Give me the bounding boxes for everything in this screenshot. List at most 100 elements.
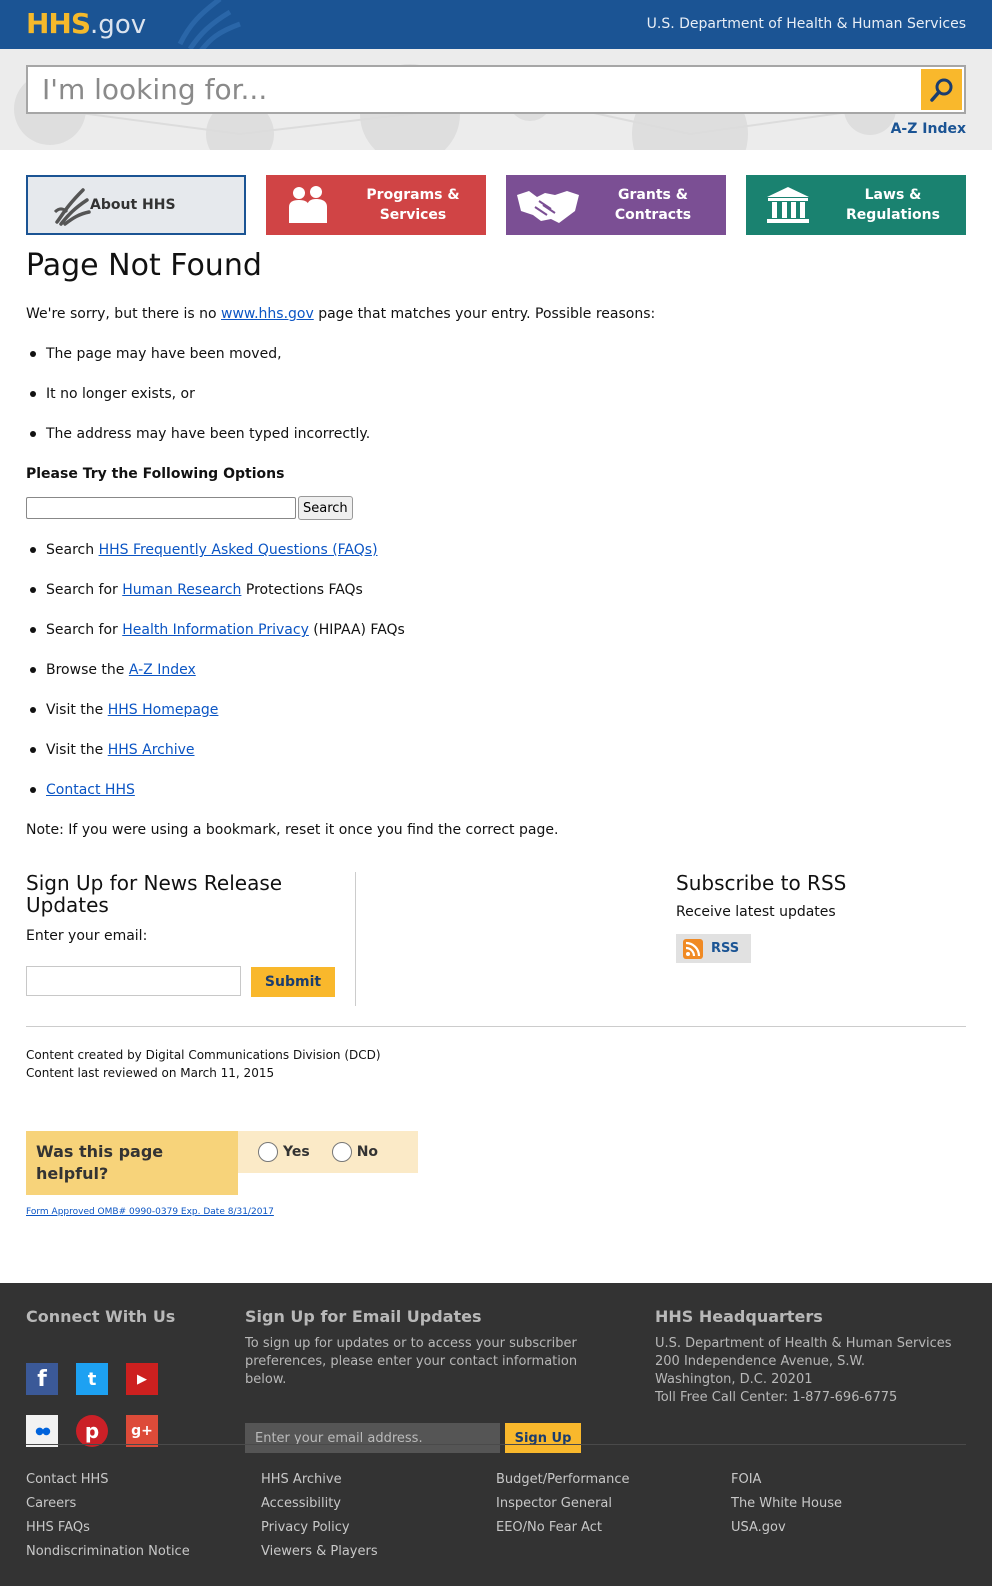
magnifier-icon	[929, 78, 952, 102]
site-search-input[interactable]	[28, 67, 908, 112]
option-text: Search	[46, 542, 99, 558]
hhs-logo-link[interactable]: HHS.gov	[26, 7, 146, 42]
page-search-button[interactable]: Search	[298, 496, 353, 520]
hq-section: HHS Headquarters U.S. Department of Heal…	[655, 1307, 965, 1407]
list-item: Search for Human Research Protections FA…	[26, 580, 966, 600]
feedback-question: Was this page helpful?	[26, 1131, 238, 1195]
pinterest-icon[interactable]: p	[76, 1415, 108, 1447]
tile-label: Programs & Services	[366, 187, 460, 223]
search-band: A-Z Index	[0, 49, 992, 150]
footer-link-hhs-archive[interactable]: HHS Archive	[261, 1468, 378, 1492]
az-index-link[interactable]: A-Z Index	[891, 121, 966, 137]
people-icon	[289, 186, 327, 223]
hq-address: U.S. Department of Health & Human Servic…	[655, 1335, 965, 1407]
option-text: Visit the	[46, 742, 108, 758]
search-submit-button[interactable]	[921, 69, 962, 110]
tile-about-hhs[interactable]: About HHS	[26, 175, 246, 235]
option-text: Browse the	[46, 662, 129, 678]
email-updates-section: Sign Up for Email Updates To sign up for…	[245, 1307, 595, 1453]
footer-link-viewers-players[interactable]: Viewers & Players	[261, 1540, 378, 1564]
news-submit-button[interactable]: Submit	[251, 967, 335, 997]
list-item: Contact HHS	[26, 780, 966, 800]
list-item: Visit the HHS Archive	[26, 740, 966, 760]
list-item: The page may have been moved,	[26, 344, 966, 364]
footer-link-foia[interactable]: FOIA	[731, 1468, 842, 1492]
content-credits: Content created by Digital Communication…	[26, 1046, 381, 1082]
tile-laws-regulations[interactable]: Laws & Regulations	[746, 175, 966, 235]
yes-radio[interactable]	[258, 1142, 278, 1162]
site-search-box	[26, 65, 966, 114]
tile-label: About HHS	[90, 197, 176, 213]
hq-line: Toll Free Call Center: 1-877-696-6775	[655, 1390, 898, 1405]
logo-gov-text: .gov	[90, 10, 147, 40]
list-item: Search HHS Frequently Asked Questions (F…	[26, 540, 966, 560]
hq-heading: HHS Headquarters	[655, 1307, 823, 1326]
feedback-yes-option[interactable]: Yes	[258, 1142, 310, 1162]
youtube-icon[interactable]: ▶	[126, 1363, 158, 1395]
tile-label: Grants & Contracts	[614, 187, 692, 223]
tile-programs-services[interactable]: Programs & Services	[266, 175, 486, 235]
footer-link-eeo[interactable]: EEO/No Fear Act	[496, 1516, 630, 1540]
footer-divider	[26, 1444, 966, 1445]
option-text: Search for	[46, 582, 123, 598]
reasons-list: The page may have been moved, It no long…	[26, 344, 966, 444]
tile-label: Laws & Regulations	[846, 187, 940, 223]
list-item: The address may have been typed incorrec…	[26, 424, 966, 444]
twitter-icon[interactable]: t	[76, 1363, 108, 1395]
rss-button[interactable]: RSS	[676, 934, 751, 963]
main-content: Page Not Found We're sorry, but there is…	[26, 248, 966, 840]
hq-line: U.S. Department of Health & Human Servic…	[655, 1336, 952, 1351]
email-label: Enter your email:	[26, 928, 148, 944]
az-index-body-link[interactable]: A-Z Index	[129, 662, 196, 678]
no-radio[interactable]	[331, 1142, 352, 1162]
googleplus-icon[interactable]: g+	[126, 1415, 158, 1447]
options-list: Search HHS Frequently Asked Questions (F…	[26, 540, 966, 800]
flickr-icon[interactable]: ●●	[26, 1415, 58, 1447]
footer-link-inspector-general[interactable]: Inspector General	[496, 1492, 630, 1516]
news-signup-section: Sign Up for News Release Updates Enter y…	[26, 872, 356, 1006]
list-item: Visit the HHS Homepage	[26, 700, 966, 720]
footer-link-hhs-faqs[interactable]: HHS FAQs	[26, 1516, 190, 1540]
email-updates-text: To sign up for updates or to access your…	[245, 1336, 578, 1387]
footer-email-input[interactable]	[245, 1423, 500, 1453]
footer-link-usa-gov[interactable]: USA.gov	[731, 1516, 842, 1540]
feedback-widget: Was this page helpful? Yes No	[26, 1131, 418, 1195]
option-text: Visit the	[46, 702, 108, 718]
footer-signup-button[interactable]: Sign Up	[505, 1423, 581, 1453]
facebook-icon[interactable]: f	[26, 1363, 58, 1395]
hq-line: Washington, D.C. 20201	[655, 1372, 813, 1387]
rss-button-label: RSS	[711, 941, 740, 956]
page-title: Page Not Found	[26, 248, 262, 283]
footer-link-budget[interactable]: Budget/Performance	[496, 1468, 630, 1492]
hhs-eagle-icon	[53, 188, 91, 226]
footer-link-contact-hhs[interactable]: Contact HHS	[26, 1468, 190, 1492]
health-privacy-link[interactable]: Health Information Privacy	[122, 622, 309, 638]
footer-link-white-house[interactable]: The White House	[731, 1492, 842, 1516]
human-research-link[interactable]: Human Research	[122, 582, 241, 598]
footer-link-nondiscrimination[interactable]: Nondiscrimination Notice	[26, 1540, 190, 1564]
rss-section: Subscribe to RSS Receive latest updates …	[676, 872, 966, 963]
rss-icon	[683, 938, 703, 959]
footer-links-col-2: HHS Archive Accessibility Privacy Policy…	[261, 1468, 378, 1564]
bookmark-note: Note: If you were using a bookmark, rese…	[26, 822, 559, 838]
contact-hhs-link[interactable]: Contact HHS	[46, 782, 135, 798]
feedback-options: Yes No	[238, 1131, 418, 1173]
footer-link-accessibility[interactable]: Accessibility	[261, 1492, 378, 1516]
page-search-input[interactable]	[26, 497, 296, 519]
list-item: Browse the A-Z Index	[26, 660, 966, 680]
footer-link-privacy-policy[interactable]: Privacy Policy	[261, 1516, 378, 1540]
hhs-homepage-link[interactable]: HHS Homepage	[108, 702, 219, 718]
yes-label: Yes	[283, 1144, 310, 1160]
footer-link-careers[interactable]: Careers	[26, 1492, 190, 1516]
news-email-field[interactable]	[26, 966, 241, 996]
hhs-archive-link[interactable]: HHS Archive	[108, 742, 195, 758]
omb-form-link[interactable]: Form Approved OMB# 0990-0379 Exp. Date 8…	[26, 1207, 274, 1217]
connect-section: Connect With Us f t ▶ ●● p g+	[26, 1307, 175, 1447]
hhs-home-link[interactable]: www.hhs.gov	[221, 306, 314, 322]
eagle-watermark-icon	[177, 0, 241, 49]
faqs-link[interactable]: HHS Frequently Asked Questions (FAQs)	[99, 542, 378, 558]
feedback-no-option[interactable]: No	[331, 1142, 378, 1162]
option-text: Protections FAQs	[241, 582, 363, 598]
tile-grants-contracts[interactable]: Grants & Contracts	[506, 175, 726, 235]
option-text: Search for	[46, 622, 123, 638]
